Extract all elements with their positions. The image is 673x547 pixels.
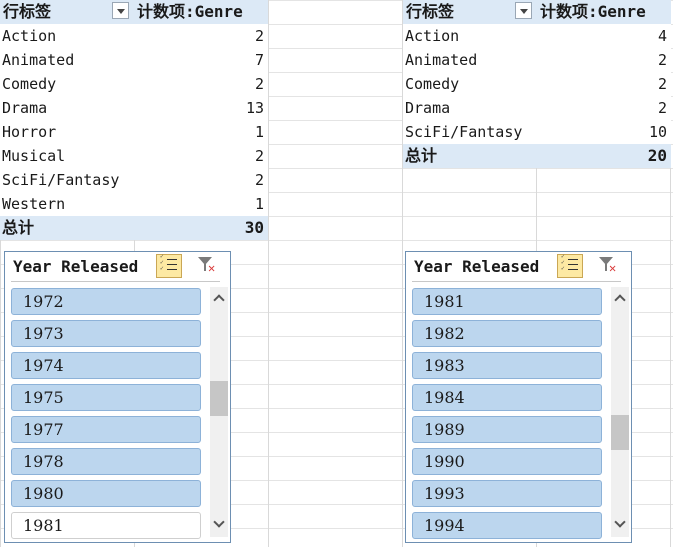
slicer-item[interactable]: 1993 [412,480,602,507]
funnel-stem [605,264,607,271]
slicer-item[interactable]: 1981 [412,288,602,315]
scrollbar-thumb[interactable] [210,381,228,416]
slicer-year-released-left[interactable]: Year Released ✕ 1972 1973 1974 1975 1977… [4,251,231,543]
row-value: 2 [657,75,667,93]
grand-total-row[interactable]: 总计 20 [403,144,671,168]
slicer-item[interactable]: 1984 [412,384,602,411]
row-label: Western [2,195,66,213]
table-row[interactable]: SciFi/Fantasy 10 [403,120,671,144]
row-label: Comedy [405,75,460,93]
slicer-year-released-right[interactable]: Year Released ✕ 1981 1982 1983 1984 1989… [405,251,632,543]
pivot-header-row: 行标签 计数项:Genre [403,0,671,24]
slicer-item[interactable]: 1980 [11,480,201,507]
slicer-item[interactable]: 1973 [11,320,201,347]
row-value: 2 [254,27,264,45]
table-row[interactable]: Animated 2 [403,48,671,72]
row-label-header[interactable]: 行标签 [406,0,454,24]
clear-filter-icon[interactable]: ✕ [598,256,620,276]
table-row[interactable]: Comedy 2 [403,72,671,96]
slicer-item[interactable]: 1990 [412,448,602,475]
table-row[interactable]: Comedy 2 [0,72,268,96]
divider [11,281,220,282]
count-header[interactable]: 计数项:Genre [137,0,243,24]
row-value: 2 [657,99,667,117]
row-value: 2 [657,51,667,69]
slicer-item-list: 1972 1973 1974 1975 1977 1978 1980 1981 [5,287,201,539]
slicer-item[interactable]: 1972 [11,288,201,315]
table-row[interactable]: Animated 7 [0,48,268,72]
row-value: 7 [254,51,264,69]
row-label: Drama [405,99,451,117]
divider [412,281,621,282]
slicer-item[interactable]: 1978 [11,448,201,475]
row-label: Action [2,27,57,45]
slicer-item[interactable]: 1983 [412,352,602,379]
row-value: 1 [254,195,264,213]
grand-total-value: 30 [244,218,264,237]
row-label: Animated [405,51,478,69]
grand-total-label: 总计 [405,146,438,165]
row-value: 1 [254,123,264,141]
chevron-up-icon[interactable] [615,293,625,303]
chevron-down-icon[interactable] [214,519,224,529]
table-row[interactable]: Horror 1 [0,120,268,144]
row-label: SciFi/Fantasy [2,171,120,189]
table-row[interactable]: Drama 13 [0,96,268,120]
table-row[interactable]: Drama 2 [403,96,671,120]
pivot-header-row: 行标签 计数项:Genre [0,0,268,24]
row-value: 2 [254,171,264,189]
row-label-header[interactable]: 行标签 [3,0,51,24]
slicer-item[interactable]: 1981 [11,512,201,539]
funnel-stem [204,264,206,271]
grand-total-label: 总计 [2,218,35,237]
slicer-title: Year Released [414,257,540,276]
row-value: 2 [254,75,264,93]
close-icon: ✕ [208,261,216,275]
close-icon: ✕ [609,261,617,275]
slicer-item-list: 1981 1982 1983 1984 1989 1990 1993 1994 [406,287,602,539]
filter-dropdown-button[interactable] [112,2,129,19]
multi-select-icon[interactable] [557,254,583,278]
slicer-item[interactable]: 1975 [11,384,201,411]
slicer-item[interactable]: 1994 [412,512,602,539]
table-row[interactable]: SciFi/Fantasy 2 [0,168,268,192]
row-value: 10 [648,123,667,141]
row-value: 2 [254,147,264,165]
grand-total-value: 20 [647,146,667,165]
row-label: Animated [2,51,75,69]
table-row[interactable]: Action 4 [403,24,671,48]
pivot-table-right: 行标签 计数项:Genre Action 4 Animated 2 Comedy 2 … [403,0,671,168]
row-value: 13 [245,99,264,117]
row-label: Action [405,27,460,45]
slicer-item[interactable]: 1977 [11,416,201,443]
slicer-title: Year Released [13,257,139,276]
slicer-item[interactable]: 1974 [11,352,201,379]
grand-total-row[interactable]: 总计 30 [0,216,268,240]
pivot-table-left: 行标签 计数项:Genre Action 2 Animated 7 Comedy 2 … [0,0,268,240]
row-value: 4 [657,27,667,45]
row-label: Horror [2,123,57,141]
row-label: SciFi/Fantasy [405,123,523,141]
slicer-item[interactable]: 1982 [412,320,602,347]
multi-select-icon[interactable] [156,254,182,278]
table-row[interactable]: Action 2 [0,24,268,48]
scrollbar[interactable] [210,287,228,537]
row-label: Musical [2,147,66,165]
clear-filter-icon[interactable]: ✕ [197,256,219,276]
scrollbar-thumb[interactable] [611,415,629,450]
row-label: Comedy [2,75,57,93]
count-header[interactable]: 计数项:Genre [540,0,646,24]
chevron-up-icon[interactable] [214,293,224,303]
row-label: Drama [2,99,48,117]
table-row[interactable]: Musical 2 [0,144,268,168]
table-row[interactable]: Western 1 [0,192,268,216]
chevron-down-icon[interactable] [615,519,625,529]
filter-dropdown-button[interactable] [515,2,532,19]
slicer-item[interactable]: 1989 [412,416,602,443]
scrollbar[interactable] [611,287,629,537]
